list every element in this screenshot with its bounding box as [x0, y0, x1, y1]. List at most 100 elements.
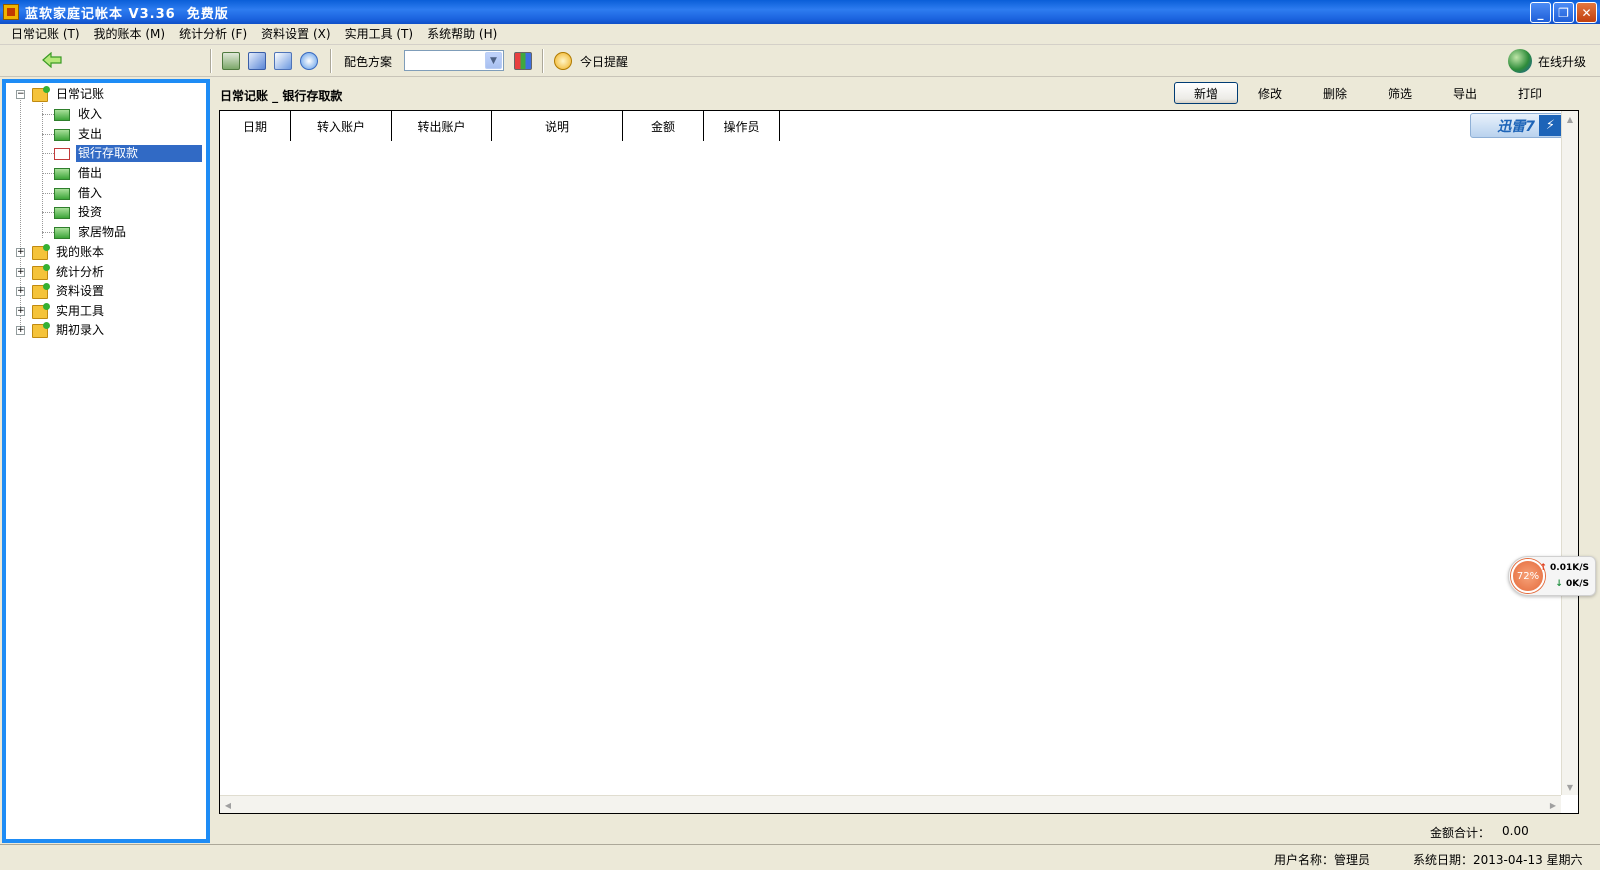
- scroll-down-icon[interactable]: ▼: [1562, 779, 1578, 795]
- notebook-icon[interactable]: [248, 52, 266, 70]
- close-button[interactable]: ✕: [1576, 2, 1597, 23]
- palette-icon[interactable]: [514, 52, 532, 70]
- tree-node-statistics[interactable]: 统计分析: [32, 263, 106, 282]
- total-amount-label: 金额合计：: [1430, 826, 1491, 840]
- online-upgrade-button[interactable]: 在线升级: [1538, 53, 1586, 70]
- upload-speed-value: 0.01K/S: [1550, 563, 1589, 573]
- column-header-to-account[interactable]: 转入账户: [291, 111, 392, 141]
- expand-toggle[interactable]: +: [16, 287, 25, 296]
- tree-node-tools[interactable]: 实用工具: [32, 302, 106, 321]
- column-header-from-account[interactable]: 转出账户: [392, 111, 492, 141]
- user-name: 用户名称：管理员: [1274, 853, 1371, 867]
- folder-icon: [32, 85, 50, 102]
- page-title: 日常记账 _ 银行存取款: [220, 89, 343, 103]
- tree-node-daily[interactable]: 日常记账: [32, 85, 106, 104]
- tree-line: [20, 97, 21, 335]
- column-header-amount[interactable]: 金额: [623, 111, 704, 141]
- window-controls: _ ❐ ✕: [1530, 2, 1597, 23]
- menu-statistics[interactable]: 统计分析 (F): [172, 24, 254, 45]
- tree-line: [42, 134, 54, 135]
- download-arrow-icon: ↓: [1555, 579, 1563, 589]
- ledger-icon: [54, 167, 70, 180]
- tree-item-label: 家居物品: [78, 225, 127, 239]
- back-arrow-icon[interactable]: [42, 52, 62, 68]
- folder-icon: [32, 263, 50, 280]
- delete-button[interactable]: 删除: [1303, 82, 1367, 104]
- tree-item-borrow[interactable]: 借入: [54, 184, 104, 203]
- tree-node-label: 统计分析: [56, 265, 105, 279]
- today-reminder-button[interactable]: 今日提醒: [580, 53, 628, 70]
- scroll-right-icon[interactable]: ▶: [1545, 797, 1561, 813]
- ledger-icon: [54, 226, 70, 239]
- upload-speed: ↑ 0.01K/S: [1539, 563, 1589, 573]
- records-table[interactable]: 日期 转入账户 转出账户 说明 金额 操作员 迅雷7 ⚡ ▲ ▼ ◀ ▶: [219, 110, 1579, 814]
- restore-button[interactable]: ❐: [1553, 2, 1574, 23]
- menu-daily[interactable]: 日常记账 (T): [4, 24, 87, 45]
- tree-item-label: 投资: [78, 205, 103, 219]
- toolbar-separator: [330, 49, 332, 73]
- tree-item-label: 借入: [78, 186, 103, 200]
- tree-item-invest[interactable]: 投资: [54, 203, 104, 222]
- expand-toggle[interactable]: +: [16, 248, 25, 257]
- print-button[interactable]: 打印: [1498, 82, 1562, 104]
- tree-item-lend[interactable]: 借出: [54, 164, 104, 183]
- tree-line: [42, 103, 43, 238]
- tree-line: [42, 212, 54, 213]
- ledger-icon: [54, 108, 70, 121]
- column-header-operator[interactable]: 操作员: [704, 111, 780, 141]
- filter-button[interactable]: 筛选: [1368, 82, 1432, 104]
- clock-icon[interactable]: [300, 52, 318, 70]
- expand-toggle[interactable]: +: [16, 307, 25, 316]
- ledger-icon: [54, 187, 70, 200]
- scroll-up-icon[interactable]: ▲: [1562, 111, 1578, 127]
- table-header: 日期 转入账户 转出账户 说明 金额 操作员: [220, 111, 780, 141]
- expand-toggle[interactable]: +: [16, 326, 25, 335]
- tree-node-opening[interactable]: 期初录入: [32, 321, 106, 340]
- folder-icon: [32, 321, 50, 338]
- calculator-icon[interactable]: [222, 52, 240, 70]
- alarm-clock-icon[interactable]: [554, 52, 572, 70]
- menu-tools[interactable]: 实用工具 (T): [338, 24, 421, 45]
- ledger-icon: [54, 128, 70, 141]
- minimize-button[interactable]: _: [1530, 2, 1551, 23]
- tree-node-settings[interactable]: 资料设置: [32, 282, 106, 301]
- color-scheme-select[interactable]: ▼: [404, 50, 504, 71]
- tree-node-label: 资料设置: [56, 284, 105, 298]
- lightning-icon: ⚡: [1539, 115, 1562, 136]
- menu-my-books[interactable]: 我的账本 (M): [87, 24, 173, 45]
- bank-transfer-icon: [54, 147, 70, 160]
- add-button[interactable]: 新增: [1174, 82, 1238, 104]
- menu-settings[interactable]: 资料设置 (X): [254, 24, 337, 45]
- printer-icon[interactable]: [274, 52, 292, 70]
- column-header-description[interactable]: 说明: [492, 111, 623, 141]
- expand-toggle[interactable]: +: [16, 268, 25, 277]
- download-speed: ↓ 0K/S: [1555, 579, 1589, 589]
- scroll-left-icon[interactable]: ◀: [220, 797, 236, 813]
- menu-bar: 日常记账 (T) 我的账本 (M) 统计分析 (F) 资料设置 (X) 实用工具…: [0, 24, 1600, 45]
- tree-line: [42, 193, 54, 194]
- tree-node-label: 实用工具: [56, 304, 105, 318]
- collapse-toggle[interactable]: −: [16, 90, 25, 99]
- tree-item-label: 借出: [78, 166, 103, 180]
- network-speed-widget[interactable]: 72% ↑ 0.01K/S ↓ 0K/S: [1508, 556, 1596, 596]
- tree-item-bank[interactable]: 银行存取款: [54, 144, 202, 163]
- tree-item-expense[interactable]: 支出: [54, 125, 104, 144]
- tree-item-household[interactable]: 家居物品: [54, 223, 128, 242]
- tree-line: [42, 153, 54, 154]
- horizontal-scrollbar[interactable]: ◀ ▶: [220, 795, 1561, 813]
- edit-button[interactable]: 修改: [1238, 82, 1302, 104]
- column-header-date[interactable]: 日期: [220, 111, 291, 141]
- export-button[interactable]: 导出: [1433, 82, 1497, 104]
- globe-icon[interactable]: [1508, 49, 1532, 73]
- tree-item-label: 收入: [78, 107, 103, 121]
- chevron-down-icon[interactable]: ▼: [485, 52, 502, 69]
- navigation-panel: 日常记账 − 收入 支出 银行存取款 借出 借入 投资 家居物品 我的账本 + …: [2, 79, 210, 843]
- xunlei-label: 迅雷7: [1497, 118, 1535, 135]
- xunlei-badge[interactable]: 迅雷7 ⚡: [1470, 113, 1564, 138]
- tree-item-income[interactable]: 收入: [54, 105, 104, 124]
- tree-line: [42, 173, 54, 174]
- window-title: 蓝软家庭记帐本 V3.36 免费版: [25, 6, 229, 22]
- tree-node-my-books[interactable]: 我的账本: [32, 243, 106, 262]
- vertical-scrollbar[interactable]: ▲ ▼: [1561, 111, 1578, 795]
- menu-help[interactable]: 系统帮助 (H): [420, 24, 504, 45]
